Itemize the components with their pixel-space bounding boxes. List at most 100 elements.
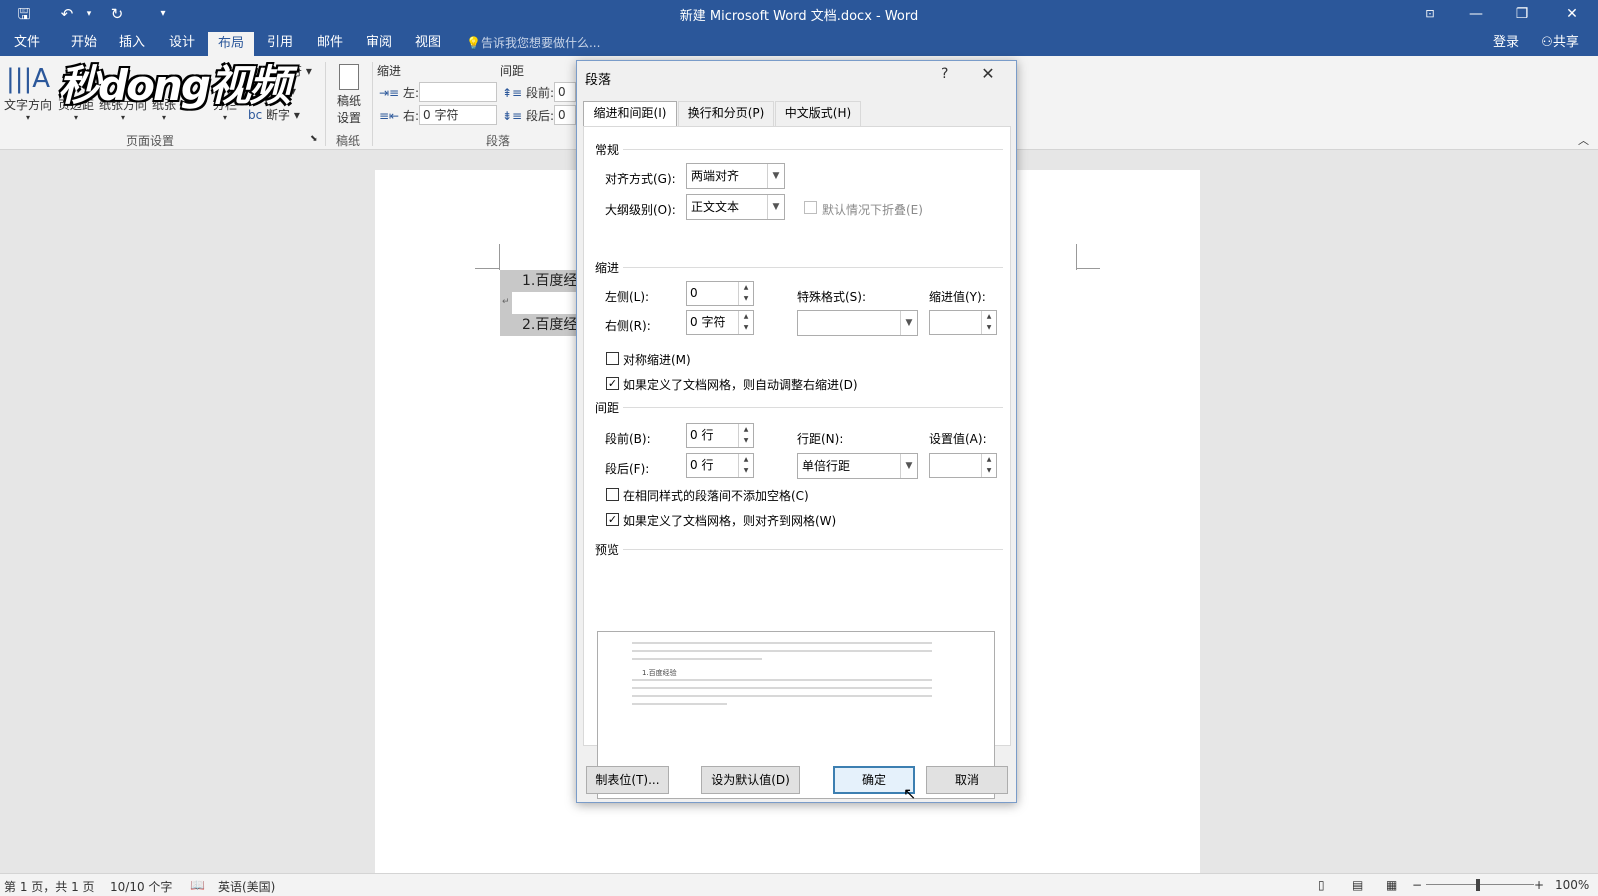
tab-file[interactable]: 文件 [10, 32, 44, 56]
zoom-level[interactable]: 100% [1555, 878, 1589, 892]
page-setup-launcher-icon[interactable]: ⬊ [310, 134, 318, 144]
spinner-arrows-icon[interactable]: ▲ ▼ [981, 454, 996, 477]
breaks-button[interactable]: 符 ▾ [290, 62, 312, 79]
section-indentation: 缩进 [595, 261, 620, 275]
paragraph-dialog: 段落 ? ✕ 缩进和间距(I) 换行和分页(P) 中文版式(H) 常规 对齐方式… [576, 60, 1017, 803]
web-layout-icon[interactable]: ▦ [1386, 878, 1397, 892]
indent-left-spinner[interactable]: 0 ▲ ▼ [686, 281, 754, 306]
indent-right-spinner[interactable]: 0 字符 ▲ ▼ [686, 310, 754, 335]
snap-to-grid-checkbox[interactable]: ✓ [606, 513, 619, 526]
cancel-button[interactable]: 取消 [926, 766, 1008, 794]
tab-mailings[interactable]: 邮件 [312, 32, 348, 56]
tab-line-page-breaks[interactable]: 换行和分页(P) [678, 101, 774, 126]
help-icon[interactable]: ? [941, 66, 948, 82]
spinner-arrows-icon[interactable]: ▲ ▼ [738, 282, 753, 305]
close-icon[interactable]: ✕ [1549, 0, 1595, 28]
word-count[interactable]: 10/10 个字 [110, 878, 172, 895]
mouse-cursor-icon: ↖ [903, 784, 917, 803]
space-before-label: ⇞≡ 段前: [502, 86, 554, 100]
snap-to-grid-label[interactable]: 如果定义了文档网格，则对齐到网格(W) [623, 512, 836, 529]
at-value-spinner[interactable]: ▲ ▼ [929, 453, 997, 478]
dont-add-space-checkbox[interactable] [606, 488, 619, 501]
collapse-ribbon-icon[interactable]: ︿ [1578, 132, 1589, 148]
page-count[interactable]: 第 1 页，共 1 页 [4, 878, 95, 895]
zoom-slider[interactable] [1426, 884, 1534, 885]
customize-qat-icon[interactable]: ▾ [152, 3, 174, 25]
indent-by-spinner[interactable]: ▲ ▼ [929, 310, 997, 335]
share-button[interactable]: ⚇共享 [1530, 32, 1590, 56]
spinner-arrows-icon[interactable]: ▲ ▼ [738, 424, 753, 447]
save-icon[interactable]: 🖫 [13, 3, 35, 25]
collapse-by-default-label: 默认情况下折叠(E) [822, 203, 923, 217]
spinner-arrows-icon[interactable]: ▲ ▼ [738, 311, 753, 334]
alignment-select[interactable]: 两端对齐 ▼ [686, 163, 785, 189]
section-preview: 预览 [595, 543, 620, 557]
line-numbers-button[interactable]: ▾ [290, 84, 296, 98]
special-format-select[interactable]: ▼ [797, 310, 918, 336]
tell-me-search[interactable]: 💡告诉我您想要做什么... [466, 34, 600, 51]
text-direction-button[interactable]: |||A 文字方向 ▾ [2, 62, 54, 122]
auto-adjust-indent-label[interactable]: 如果定义了文档网格，则自动调整右缩进(D) [623, 376, 858, 393]
auto-adjust-indent-checkbox[interactable]: ✓ [606, 377, 619, 390]
spinner-arrows-icon[interactable]: ▲ ▼ [738, 454, 753, 477]
tab-review[interactable]: 审阅 [361, 32, 397, 56]
undo-icon[interactable]: ↶ [56, 3, 78, 25]
indent-title: 缩进 [377, 64, 402, 78]
collapse-by-default-checkbox [804, 201, 817, 214]
language-indicator[interactable]: 英语(美国) [218, 878, 275, 895]
line-spacing-select[interactable]: 单倍行距 ▼ [797, 453, 918, 479]
print-layout-icon[interactable]: ▤ [1352, 878, 1363, 892]
space-after-icon: ⇟≡ [502, 109, 523, 123]
space-before-input[interactable]: 0 行 [554, 82, 576, 102]
lightbulb-icon: 💡 [466, 36, 481, 50]
outline-level-select[interactable]: 正文文本 ▼ [686, 194, 785, 220]
space-before-icon: ⇞≡ [502, 86, 523, 100]
tab-indents-spacing[interactable]: 缩进和间距(I) [583, 101, 677, 127]
at-value-label: 设置值(A): [929, 432, 987, 446]
indent-right-input[interactable]: 0 字符 [419, 105, 497, 125]
space-before-field-label: 段前(B): [605, 432, 651, 446]
dialog-title: 段落 [585, 73, 612, 88]
minimize-icon[interactable]: — [1453, 0, 1499, 28]
space-after-field-label: 段后(F): [605, 462, 650, 476]
draft-paper-icon [339, 64, 359, 90]
space-after-input[interactable]: 0 行 [554, 105, 576, 125]
redo-icon[interactable]: ↻ [106, 3, 128, 25]
person-icon: ⚇ [1541, 35, 1553, 50]
window-title: 新建 Microsoft Word 文档.docx - Word [679, 9, 919, 24]
zoom-slider-thumb[interactable] [1476, 879, 1480, 891]
draft-group-label: 稿纸 [336, 134, 361, 148]
read-mode-icon[interactable]: ▯ [1318, 878, 1325, 892]
space-before-spinner[interactable]: 0 行 ▲ ▼ [686, 423, 754, 448]
tab-asian-typography[interactable]: 中文版式(H) [775, 101, 861, 126]
mirror-indents-checkbox[interactable] [606, 352, 619, 365]
restore-icon[interactable]: ❐ [1499, 0, 1545, 28]
draft-paper-button[interactable]: 稿纸 设置 [332, 64, 366, 126]
spinner-arrows-icon[interactable]: ▲ ▼ [981, 311, 996, 334]
sign-in-link[interactable]: 登录 [1488, 32, 1524, 56]
chevron-down-icon: ▼ [900, 454, 917, 478]
tab-view[interactable]: 视图 [410, 32, 446, 56]
zoom-in-icon[interactable]: + [1534, 878, 1544, 892]
chevron-down-icon: ▼ [767, 164, 784, 188]
indent-right-icon: ≡⇤ [379, 109, 400, 123]
zoom-out-icon[interactable]: − [1412, 878, 1422, 892]
dialog-close-icon[interactable]: ✕ [975, 64, 1001, 86]
title-bar: 🖫 ↶ ▾ ↻ ▾ 新建 Microsoft Word 文档.docx - Wo… [0, 0, 1598, 28]
indent-left-icon: ⇥≡ [379, 86, 400, 100]
space-after-label: ⇟≡ 段后: [502, 109, 554, 123]
ribbon-display-options-icon[interactable]: ⊡ [1407, 0, 1453, 28]
indent-left-input[interactable] [419, 82, 497, 102]
set-as-default-button[interactable]: 设为默认值(D) [701, 766, 800, 794]
chevron-down-icon: ▼ [900, 311, 917, 335]
outline-level-label: 大纲级别(O): [605, 203, 676, 217]
indent-left-field-label: 左侧(L): [605, 290, 650, 304]
dont-add-space-label[interactable]: 在相同样式的段落间不添加空格(C) [623, 487, 809, 504]
space-after-spinner[interactable]: 0 行 ▲ ▼ [686, 453, 754, 478]
proofing-icon[interactable]: 📖 [190, 878, 205, 892]
status-bar: 第 1 页，共 1 页 10/10 个字 📖 英语(美国) ▯ ▤ ▦ − + … [0, 873, 1598, 896]
indent-right-label: ≡⇤ 右: [379, 109, 419, 123]
mirror-indents-label[interactable]: 对称缩进(M) [623, 351, 691, 368]
undo-dropdown-icon[interactable]: ▾ [78, 3, 100, 25]
tabs-button[interactable]: 制表位(T)... [586, 766, 669, 794]
